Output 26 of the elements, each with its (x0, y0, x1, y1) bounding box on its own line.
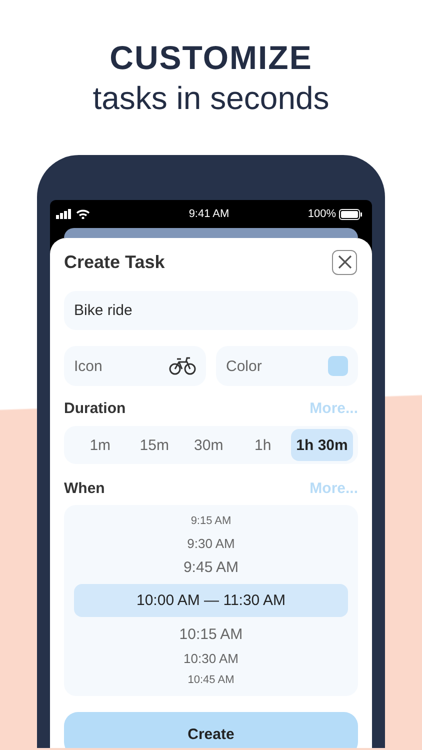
duration-option[interactable]: 30m (182, 429, 235, 461)
time-option[interactable]: 9:30 AM (64, 531, 358, 555)
time-option[interactable]: 10:45 AM (64, 670, 358, 690)
duration-option[interactable]: 15m (128, 429, 180, 461)
color-picker[interactable]: Color (216, 346, 358, 386)
sheet-title: Create Task (64, 252, 165, 272)
time-option[interactable]: 10:00 AM — 11:30 AM (74, 584, 348, 617)
time-option[interactable]: 9:15 AM (64, 511, 358, 531)
subheadline: tasks in seconds (92, 79, 330, 118)
color-label: Color (226, 358, 262, 374)
icon-picker[interactable]: Icon (64, 346, 206, 386)
duration-option[interactable]: 1h 30m (291, 429, 353, 461)
battery-percentage: 100% (308, 208, 336, 220)
headline: CUSTOMIZE (110, 38, 312, 78)
duration-option[interactable]: 1m (74, 429, 126, 461)
time-option[interactable]: 10:30 AM (64, 646, 358, 670)
duration-label: Duration (64, 400, 126, 416)
status-time: 9:41 AM (188, 208, 230, 220)
task-name-field[interactable]: Bike ride (64, 291, 358, 330)
time-option[interactable]: 9:45 AM (64, 555, 358, 579)
duration-option[interactable]: 1h (236, 429, 289, 461)
create-button[interactable]: Create (64, 712, 358, 748)
time-picker[interactable]: 9:15 AM 9:30 AM 9:45 AM 10:00 AM — 11:30 AM 10:15 AM 10:30 AM 10:45 AM (64, 505, 358, 696)
time-option[interactable]: 10:15 AM (64, 622, 358, 646)
when-label: When (64, 480, 105, 496)
icon-label: Icon (74, 358, 102, 374)
